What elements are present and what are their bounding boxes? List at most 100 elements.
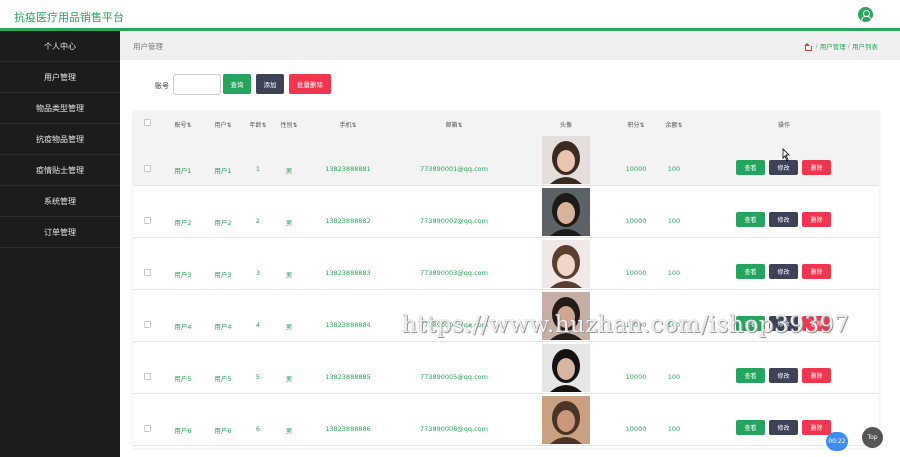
mouse-cursor-icon [782,148,790,162]
top-header: 抗疫医疗用品销售平台 [0,0,900,31]
cell-gender: 男 [285,375,293,383]
account-search-input[interactable] [173,74,221,95]
page-title: 用户管理 [133,42,163,51]
edit-button[interactable]: 修改 [769,160,798,175]
cell-age: 5 [255,373,261,381]
delete-button[interactable]: 删除 [802,368,831,383]
table-header: 账号⇅ 用户⇅ 年龄⇅ 性别⇅ 手机⇅ 邮箱⇅ 头像 积分⇅ 余额⇅ 操作 [133,112,879,134]
cell-email: 773890006@qq.com [420,425,488,433]
cell-email: 773890002@qq.com [420,217,488,225]
cell-phone: 13823888885 [325,373,371,381]
main-content: 用户管理 / 用户管理 / 用户列表 账号 查询 添加 批量删除 账号⇅ 用户⇅… [120,31,900,457]
cell-points: 10000 [625,373,647,381]
cell-phone: 13823888884 [325,321,371,329]
cell-age: 4 [255,321,261,329]
cell-balance: 100 [667,217,681,225]
cell-account: 用户5 [174,375,192,383]
cell-age: 3 [255,269,261,277]
header-balance[interactable]: 余额⇅ [665,120,682,129]
row-checkbox[interactable] [144,425,151,432]
view-button[interactable]: 查看 [736,264,765,279]
view-button[interactable]: 查看 [736,160,765,175]
cell-account: 用户6 [174,427,192,435]
delete-button[interactable]: 删除 [802,264,831,279]
row-checkbox[interactable] [144,165,151,172]
cell-phone: 13823888883 [325,269,371,277]
sidebar-item-item-type-management[interactable]: 物品类型管理 [0,93,120,124]
avatar-image [542,188,590,236]
sidebar-item-system-management[interactable]: 系统管理 [0,186,120,217]
avatar-image [542,344,590,392]
cell-points: 10000 [625,269,647,277]
account-label: 账号 [155,82,169,90]
cell-user: 用户6 [214,427,232,435]
delete-button[interactable]: 删除 [802,160,831,175]
sidebar-item-personal-center[interactable]: 个人中心 [0,31,120,62]
table-row: 用户2 用户2 2 男 13823888882 773890002@qq.com 1000… [133,186,879,238]
timer-badge: 00:22 [826,432,848,451]
header-points[interactable]: 积分⇅ [627,120,644,129]
edit-button[interactable]: 修改 [769,264,798,279]
cell-user: 用户3 [214,271,232,279]
row-checkbox[interactable] [144,269,151,276]
header-account[interactable]: 账号⇅ [174,120,191,129]
sidebar-item-user-management[interactable]: 用户管理 [0,62,120,93]
cell-balance: 100 [667,165,681,173]
cell-user: 用户5 [214,375,232,383]
cell-email: 773890001@qq.com [420,165,488,173]
cell-gender: 男 [285,219,293,227]
cell-phone: 13823888882 [325,217,371,225]
row-checkbox[interactable] [144,373,151,380]
cell-phone: 13823888886 [325,425,371,433]
cell-age: 1 [255,165,261,173]
header-phone[interactable]: 手机⇅ [339,120,356,129]
avatar-image [542,136,590,184]
cell-age: 6 [255,425,261,433]
cell-balance: 100 [667,373,681,381]
edit-button[interactable]: 修改 [769,212,798,227]
cell-gender: 男 [285,167,293,175]
view-button[interactable]: 查看 [736,212,765,227]
sidebar-item-epidemic-goods-management[interactable]: 抗疫物品管理 [0,124,120,155]
cell-account: 用户2 [174,219,192,227]
app-root: 抗疫医疗用品销售平台 个人中心 用户管理 物品类型管理 抗疫物品管理 疫情贴士管… [0,0,900,457]
header-age[interactable]: 年龄⇅ [249,120,266,129]
header-gender[interactable]: 性别⇅ [280,120,297,129]
cell-balance: 100 [667,269,681,277]
header-avatar: 头像 [559,122,573,129]
header-user[interactable]: 用户⇅ [214,120,231,129]
cell-account: 用户4 [174,323,192,331]
row-checkbox[interactable] [144,217,151,224]
view-button[interactable]: 查看 [736,368,765,383]
row-checkbox[interactable] [144,321,151,328]
edit-button[interactable]: 修改 [769,368,798,383]
delete-button[interactable]: 删除 [802,212,831,227]
delete-button[interactable]: 删除 [802,420,831,435]
cell-points: 10000 [625,217,647,225]
header-actions: 操作 [777,122,791,129]
cell-user: 用户1 [214,167,232,175]
sidebar-item-epidemic-tips-management[interactable]: 疫情贴士管理 [0,155,120,186]
breadcrumb-user-list[interactable]: 用户列表 [852,41,878,51]
avatar-image [542,396,590,444]
home-icon[interactable] [803,42,812,51]
cell-email: 773890003@qq.com [420,269,488,277]
cell-phone: 13823888881 [325,165,371,173]
cell-gender: 男 [285,323,293,331]
cell-gender: 男 [285,427,293,435]
table-row: 用户5 用户5 5 男 13823888885 773890005@qq.com 1000… [133,342,879,394]
header-email[interactable]: 邮箱⇅ [445,120,462,129]
view-button[interactable]: 查看 [736,420,765,435]
user-icon[interactable] [858,7,873,22]
add-button[interactable]: 添加 [256,74,284,94]
edit-button[interactable]: 修改 [769,420,798,435]
back-to-top-button[interactable]: Top [862,427,883,448]
sidebar-item-order-management[interactable]: 订单管理 [0,217,120,248]
breadcrumb: / 用户管理 / 用户列表 [803,41,878,51]
batch-delete-button[interactable]: 批量删除 [289,74,331,94]
table-row: 用户6 用户6 6 男 13823888886 773890006@qq.com 1000… [133,394,879,446]
search-button[interactable]: 查询 [223,74,251,94]
select-all-checkbox[interactable] [144,119,151,126]
breadcrumb-user-management[interactable]: 用户管理 [820,41,846,51]
cell-account: 用户3 [174,271,192,279]
